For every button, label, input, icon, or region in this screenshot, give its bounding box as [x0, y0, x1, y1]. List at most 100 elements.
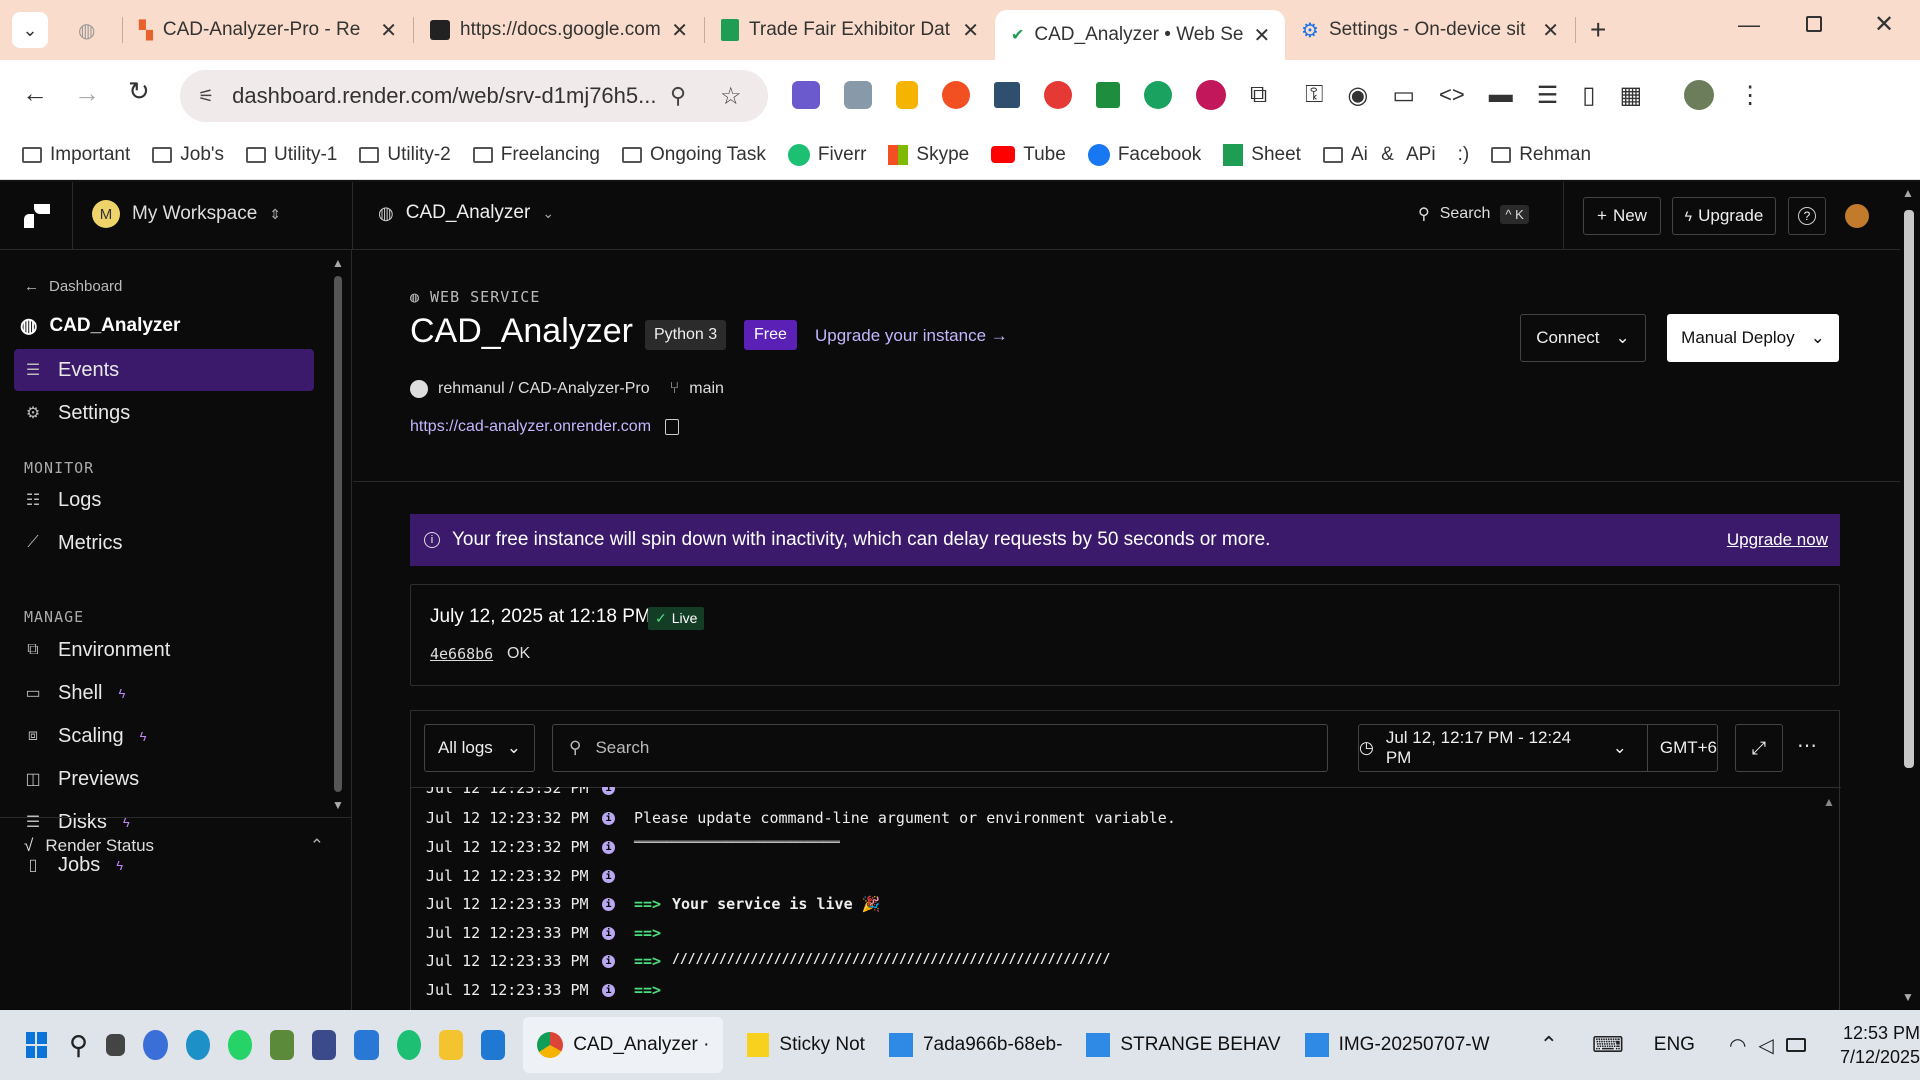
user-avatar[interactable]	[1845, 204, 1869, 228]
wifi-icon[interactable]: ◠	[1729, 1033, 1746, 1058]
close-window-button[interactable]: ✕	[1874, 10, 1894, 39]
tab-settings[interactable]: ⚙ Settings - On-device sit ✕	[1285, 8, 1575, 52]
search-button[interactable]: ⚲ Search ^ K	[1418, 204, 1529, 224]
app-icon[interactable]	[143, 1030, 168, 1060]
sidebar-item-scaling[interactable]: ⧈ Scaling ϟ	[14, 715, 314, 757]
expand-logs-button[interactable]: ⤢	[1735, 724, 1783, 772]
bookmark-ongoing-task[interactable]: Ongoing Task	[622, 144, 766, 166]
tab-trade-fair-sheet[interactable]: Trade Fair Exhibitor Dat ✕	[705, 8, 995, 52]
store-icon[interactable]	[354, 1030, 379, 1060]
bookmark-skype[interactable]: Skype	[888, 144, 969, 166]
clock[interactable]: 12:53 PM 7/12/2025	[1840, 1021, 1920, 1069]
fiverr-icon[interactable]	[396, 1030, 421, 1060]
search-icon[interactable]: ⚲	[69, 1030, 88, 1061]
language-indicator[interactable]: ENG	[1654, 1034, 1695, 1056]
lens-icon[interactable]: ◉	[1347, 81, 1368, 110]
render-logo[interactable]	[24, 204, 50, 228]
extension-icon[interactable]	[942, 81, 970, 109]
puzzle-icon[interactable]: ⧉	[1250, 81, 1267, 109]
close-icon[interactable]: ✕	[1253, 23, 1270, 48]
extension-icon[interactable]	[1196, 80, 1226, 110]
bookmark-star-icon[interactable]: ☆	[720, 82, 742, 111]
zoom-icon[interactable]: ⚲	[670, 83, 686, 109]
taskbar-app-photo-1[interactable]: 7ada966b-68eb-	[888, 1033, 1062, 1057]
extension-icon[interactable]	[1044, 81, 1072, 109]
time-range-picker[interactable]: ◷ Jul 12, 12:17 PM - 12:24 PM ⌄ GMT+6	[1358, 724, 1718, 772]
sidebar-item-environment[interactable]: ⧉ Environment	[14, 629, 314, 671]
reload-icon[interactable]: ↻	[128, 76, 150, 107]
chevron-up-icon[interactable]: ⌃	[1540, 1032, 1558, 1058]
service-switcher[interactable]: ◍ CAD_Analyzer ⌄	[378, 202, 554, 224]
taskbar-app-photo-2[interactable]: STRANGE BEHAV	[1086, 1033, 1281, 1057]
bookmark-important[interactable]: Important	[22, 144, 130, 166]
manual-deploy-button[interactable]: Manual Deploy ⌄	[1667, 314, 1839, 362]
repo-link[interactable]: rehmanul / CAD-Analyzer-Pro ⑂ main	[410, 380, 724, 398]
bookmark-sheet[interactable]: Sheet	[1223, 143, 1301, 166]
sidebar-item-shell[interactable]: ▭ Shell ϟ	[14, 672, 314, 714]
taskbar-app-photo-3[interactable]: IMG-20250707-W	[1304, 1033, 1490, 1057]
new-button[interactable]: + New	[1583, 197, 1661, 235]
sidebar-item-previews[interactable]: ◫ Previews	[14, 758, 314, 800]
scroll-up-icon[interactable]: ▲	[332, 256, 344, 270]
close-icon[interactable]: ✕	[1542, 18, 1559, 43]
devices-icon[interactable]: ▭	[1392, 81, 1415, 110]
extension-icon[interactable]	[792, 81, 820, 109]
key-icon[interactable]: ⚿	[1305, 81, 1323, 109]
file-explorer-icon[interactable]	[438, 1030, 463, 1060]
log-scroll-up-icon[interactable]: ▲	[1823, 795, 1835, 809]
bookmark-utility-1[interactable]: Utility-1	[246, 144, 337, 166]
log-filter-dropdown[interactable]: All logs ⌄	[424, 724, 535, 772]
whatsapp-icon[interactable]	[227, 1030, 252, 1060]
back-icon[interactable]: ←	[22, 78, 48, 109]
bookmark-utility-2[interactable]: Utility-2	[359, 144, 451, 166]
extension-icon[interactable]	[844, 81, 872, 109]
more-options-icon[interactable]: ⋯	[1797, 733, 1817, 758]
keyboard-icon[interactable]: ⌨	[1592, 1032, 1624, 1058]
page-scrollbar[interactable]	[1904, 210, 1914, 768]
tab-placeholder[interactable]: ◍	[62, 8, 122, 52]
tab-cad-analyzer-render[interactable]: ✔ CAD_Analyzer • Web Se ✕	[995, 10, 1285, 60]
sidebar-scrollbar[interactable]	[334, 276, 342, 792]
extension-icon[interactable]	[1144, 81, 1172, 109]
close-icon[interactable]: ✕	[671, 18, 688, 43]
bookmark-rehman[interactable]: Rehman	[1491, 144, 1591, 166]
sidepanel-icon[interactable]: ▦	[1619, 81, 1642, 110]
extension-icon[interactable]	[1096, 82, 1120, 108]
page-scroll-up-icon[interactable]: ▲	[1902, 186, 1914, 200]
scroll-down-icon[interactable]: ▼	[332, 798, 344, 812]
sidebar-item-events[interactable]: ☰ Events	[14, 349, 314, 391]
upgrade-button[interactable]: ϟ Upgrade	[1672, 197, 1776, 235]
service-url-link[interactable]: https://cad-analyzer.onrender.com	[410, 418, 680, 436]
bookmark-freelancing[interactable]: Freelancing	[472, 144, 600, 166]
taskbar-app-sticky-notes[interactable]: Sticky Not	[747, 1033, 865, 1057]
app-icon[interactable]	[312, 1030, 337, 1060]
tab-google-docs[interactable]: https://docs.google.com ✕	[414, 8, 704, 52]
edge-icon[interactable]	[185, 1030, 210, 1060]
sidebar-item-logs[interactable]: ☷ Logs	[14, 479, 314, 521]
page-scroll-down-icon[interactable]: ▼	[1902, 990, 1914, 1004]
workspace-switcher[interactable]: M My Workspace ⇕	[92, 200, 281, 228]
new-tab-button[interactable]: +	[1590, 14, 1606, 46]
volume-icon[interactable]: ◁	[1758, 1033, 1773, 1058]
address-bar[interactable]: ⚟ dashboard.render.com/web/srv-d1mj76h5.…	[180, 70, 768, 122]
battery-icon[interactable]	[1785, 1038, 1806, 1052]
close-icon[interactable]: ✕	[962, 18, 979, 43]
minimize-button[interactable]: —	[1738, 12, 1760, 38]
forward-icon[interactable]: →	[74, 78, 100, 109]
app-icon[interactable]	[269, 1030, 295, 1060]
reading-list-icon[interactable]: ☰	[1537, 81, 1559, 110]
bookmark-smile[interactable]: :)	[1458, 144, 1470, 166]
windows-start-icon[interactable]	[26, 1032, 47, 1058]
tab-search-button[interactable]: ⌄	[12, 12, 48, 48]
commit-hash-link[interactable]: 4e668b6	[430, 645, 493, 663]
bookmark-ai-api[interactable]: Ai & APi	[1322, 144, 1436, 166]
upgrade-instance-link[interactable]: Upgrade your instance →	[815, 326, 1008, 346]
copy-icon[interactable]	[665, 419, 680, 435]
bookmark-fiverr[interactable]: Fiverr	[787, 143, 866, 166]
sidebar-item-settings[interactable]: ⚙ Settings	[14, 392, 314, 434]
bookmark-tube[interactable]: Tube	[991, 144, 1066, 166]
dashboard-back-link[interactable]: ← Dashboard	[24, 278, 122, 295]
task-view-icon[interactable]	[106, 1034, 126, 1056]
tab-cad-analyzer-repo[interactable]: ▚ CAD-Analyzer-Pro - Re ✕	[123, 8, 413, 52]
timezone-label[interactable]: GMT+6	[1660, 738, 1717, 758]
